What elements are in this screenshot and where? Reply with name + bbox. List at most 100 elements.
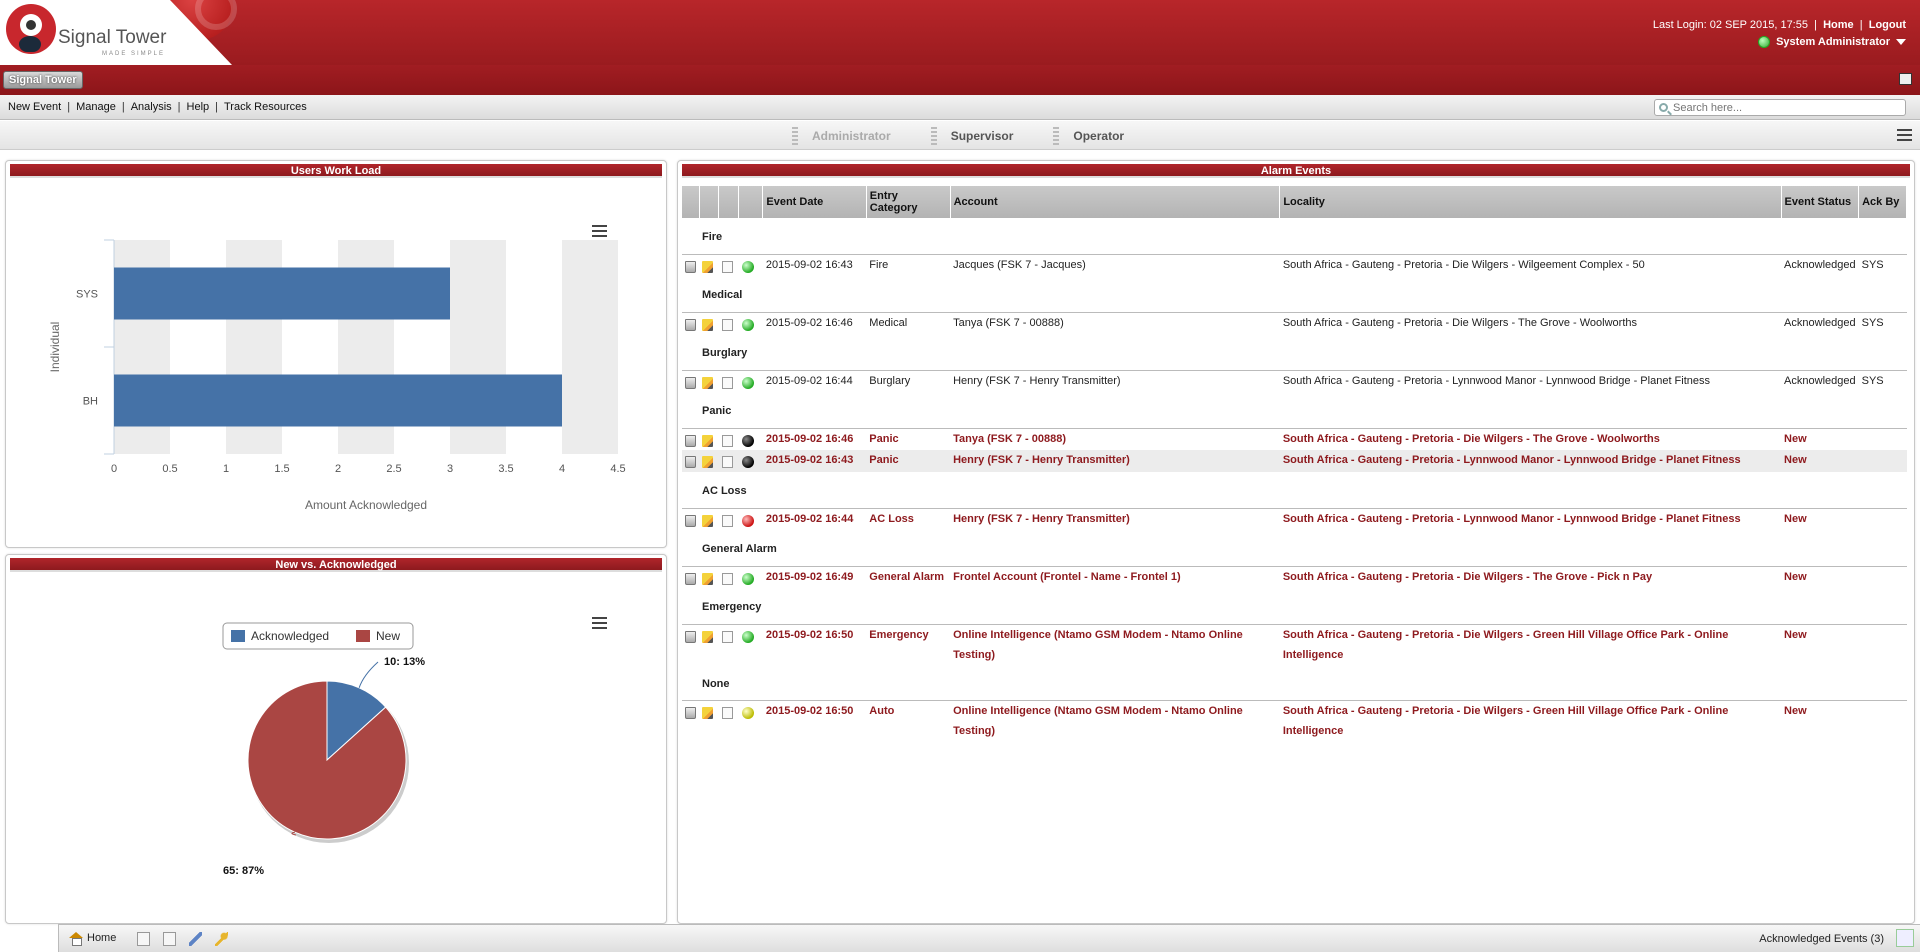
document-icon[interactable] (721, 572, 733, 585)
col-ack-by[interactable]: Ack By (1858, 186, 1907, 218)
doc-cell[interactable] (719, 312, 739, 334)
home-link[interactable]: Home (1823, 19, 1854, 31)
edit-cell[interactable] (699, 312, 719, 334)
document-icon[interactable] (721, 707, 733, 720)
col-account[interactable]: Account (950, 186, 1281, 218)
trash-icon[interactable] (685, 318, 696, 331)
table-row[interactable]: 2015-09-02 16:44 AC Loss Henry (FSK 7 - He… (682, 508, 1907, 530)
delete-cell[interactable] (682, 566, 699, 588)
menu-track-resources[interactable]: Track Resources (224, 101, 307, 113)
doc-cell[interactable] (719, 508, 739, 530)
doc-cell[interactable] (718, 450, 739, 472)
edit-cell[interactable] (699, 254, 719, 276)
document-icon[interactable] (721, 514, 733, 527)
status-light-cell[interactable] (739, 566, 763, 588)
col-event-date[interactable]: Event Date (762, 186, 867, 218)
delete-cell[interactable] (682, 508, 699, 530)
settings-doc-icon[interactable] (163, 932, 176, 946)
status-light-cell[interactable] (738, 450, 763, 472)
logout-link[interactable]: Logout (1869, 19, 1906, 31)
pencil-icon[interactable] (702, 376, 713, 389)
table-row[interactable]: 2015-09-02 16:49 General Alarm Frontel Acc… (682, 566, 1907, 588)
trash-icon[interactable] (685, 707, 696, 720)
status-light-cell[interactable] (739, 508, 763, 530)
col-entry-category[interactable]: Entry Category (866, 186, 951, 218)
edit-cell[interactable] (699, 624, 719, 665)
doc-cell[interactable] (719, 624, 739, 665)
taskbar-home[interactable]: Home (69, 932, 116, 946)
delete-cell[interactable] (682, 624, 699, 665)
fullscreen-icon[interactable] (1899, 73, 1912, 85)
document-icon[interactable] (721, 630, 733, 643)
app-switch-button[interactable]: Signal Tower (3, 71, 83, 89)
menu-icon[interactable] (1897, 129, 1912, 141)
role-supervisor[interactable]: Supervisor (930, 126, 1013, 145)
trash-icon[interactable] (685, 572, 696, 585)
delete-cell[interactable] (682, 701, 699, 742)
status-light-cell[interactable] (739, 624, 763, 665)
pencil-icon[interactable] (702, 707, 713, 720)
trash-icon[interactable] (685, 456, 696, 469)
key-icon[interactable] (215, 932, 228, 946)
doc-cell[interactable] (719, 701, 739, 742)
doc-cell[interactable] (719, 428, 739, 450)
status-light-cell[interactable] (739, 254, 763, 276)
edit-cell[interactable] (699, 370, 719, 392)
delete-cell[interactable] (682, 428, 699, 450)
menu-new-event[interactable]: New Event (8, 101, 61, 113)
edit-cell[interactable] (699, 566, 719, 588)
trash-icon[interactable] (685, 630, 696, 643)
table-row[interactable]: 2015-09-02 16:43 Fire Jacques (FSK 7 - Jac… (682, 254, 1907, 276)
role-operator[interactable]: Operator (1053, 126, 1124, 145)
doc-cell[interactable] (719, 254, 739, 276)
delete-cell[interactable] (682, 312, 699, 334)
wrench-icon[interactable] (189, 932, 202, 946)
status-light-cell[interactable] (739, 701, 763, 742)
table-row[interactable]: 2015-09-02 16:46 Panic Tanya (FSK 7 - 0088… (682, 428, 1907, 450)
edit-cell[interactable] (699, 428, 719, 450)
resize-icon[interactable] (1896, 929, 1914, 947)
pencil-icon[interactable] (702, 630, 713, 643)
col-event-status[interactable]: Event Status (1781, 186, 1860, 218)
pencil-icon[interactable] (702, 260, 713, 273)
col-locality[interactable]: Locality (1279, 186, 1782, 218)
doc-cell[interactable] (719, 370, 739, 392)
pencil-icon[interactable] (702, 456, 713, 469)
pencil-icon[interactable] (702, 514, 713, 527)
search-input[interactable] (1673, 100, 1903, 115)
chart-menu-icon[interactable] (592, 225, 607, 237)
table-row[interactable]: 2015-09-02 16:50 Auto Online Intelligence … (682, 701, 1907, 742)
trash-icon[interactable] (685, 376, 696, 389)
status-light-cell[interactable] (739, 312, 763, 334)
document-icon[interactable] (721, 260, 733, 273)
trash-icon[interactable] (685, 434, 696, 447)
chart-menu-icon[interactable] (592, 617, 607, 629)
pencil-icon[interactable] (702, 318, 713, 331)
table-row[interactable]: 2015-09-02 16:46 Medical Tanya (FSK 7 - 00… (682, 312, 1907, 334)
document-icon[interactable] (721, 434, 733, 447)
table-row[interactable]: 2015-09-02 16:50 Emergency Online Intellig… (682, 624, 1907, 665)
menu-analysis[interactable]: Analysis (131, 101, 172, 113)
status-light-cell[interactable] (739, 370, 763, 392)
delete-cell[interactable] (682, 370, 699, 392)
trash-icon[interactable] (685, 260, 696, 273)
delete-cell[interactable] (682, 450, 699, 472)
role-administrator[interactable]: Administrator (792, 126, 891, 145)
menu-help[interactable]: Help (187, 101, 210, 113)
edit-cell[interactable] (699, 508, 719, 530)
doc-cell[interactable] (719, 566, 739, 588)
delete-cell[interactable] (682, 254, 699, 276)
pencil-icon[interactable] (702, 572, 713, 585)
document-icon[interactable] (721, 376, 733, 389)
pencil-icon[interactable] (702, 434, 713, 447)
document-icon[interactable] (721, 456, 733, 469)
user-menu[interactable]: System Administrator (1758, 36, 1906, 48)
status-light-cell[interactable] (739, 428, 763, 450)
edit-cell[interactable] (699, 450, 719, 472)
table-row[interactable]: 2015-09-02 16:43 Panic Henry (FSK 7 - Henr… (682, 450, 1907, 472)
document-icon[interactable] (721, 318, 733, 331)
edit-cell[interactable] (699, 701, 719, 742)
table-row[interactable]: 2015-09-02 16:44 Burglary Henry (FSK 7 - H… (682, 370, 1907, 392)
acknowledged-events-link[interactable]: Acknowledged Events (3) (1759, 933, 1884, 945)
menu-manage[interactable]: Manage (76, 101, 116, 113)
